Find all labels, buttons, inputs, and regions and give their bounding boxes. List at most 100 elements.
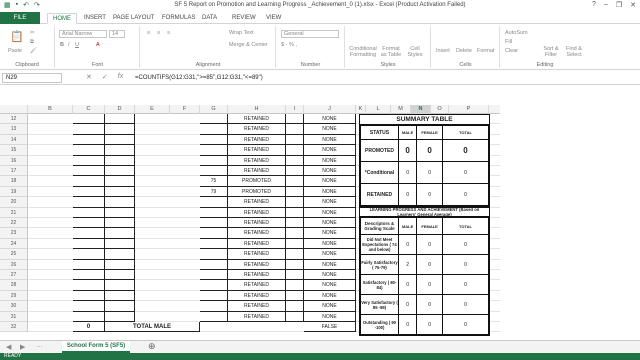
grid-cell-g[interactable] bbox=[200, 155, 228, 166]
column-header[interactable]: I bbox=[286, 105, 304, 114]
column-header[interactable]: H bbox=[228, 105, 286, 114]
grid-cell-h[interactable]: PROMOTED bbox=[228, 176, 286, 187]
summary-cell[interactable]: 0 bbox=[442, 139, 489, 162]
row-header[interactable]: 20 bbox=[0, 197, 28, 208]
grid-cell-j[interactable]: NONE bbox=[304, 270, 356, 281]
grid-cell[interactable] bbox=[105, 218, 135, 229]
row-header[interactable]: 13 bbox=[0, 124, 28, 135]
help-icon[interactable]: ? bbox=[592, 1, 596, 9]
grid-cell[interactable] bbox=[73, 259, 105, 270]
grid-cell-h[interactable]: RETAINED bbox=[228, 197, 286, 208]
delete-cells-button[interactable]: Delete bbox=[456, 48, 472, 54]
grid-cell-h[interactable]: RETAINED bbox=[228, 228, 286, 239]
column-header[interactable]: E bbox=[135, 105, 170, 114]
grid-cell-i[interactable] bbox=[286, 134, 304, 146]
grid-cell[interactable] bbox=[73, 145, 105, 156]
number-format-select[interactable]: General bbox=[281, 30, 339, 38]
column-header[interactable]: P bbox=[449, 105, 489, 114]
grid-cell[interactable] bbox=[105, 301, 135, 312]
conditional-formatting-button[interactable]: Conditional Formatting bbox=[349, 46, 377, 58]
grid-cell-h[interactable]: RETAINED bbox=[228, 311, 286, 322]
row-header[interactable]: 18 bbox=[0, 176, 28, 187]
row-header[interactable]: 19 bbox=[0, 186, 28, 198]
name-box[interactable]: N29 bbox=[2, 73, 62, 83]
grid-cell-g[interactable] bbox=[200, 280, 228, 291]
lp-cell[interactable]: 2 bbox=[397, 254, 418, 275]
format-cells-button[interactable]: Format bbox=[477, 48, 494, 54]
grid-cell-h[interactable]: RETAINED bbox=[228, 134, 286, 146]
lp-cell[interactable]: 0 bbox=[442, 294, 489, 315]
grid-cell[interactable] bbox=[105, 155, 135, 166]
row-header[interactable]: 28 bbox=[0, 280, 28, 291]
grid-cell[interactable] bbox=[73, 207, 105, 218]
grid-cell-j[interactable]: FALSE bbox=[304, 322, 356, 333]
grid-cell-i[interactable] bbox=[286, 166, 304, 177]
find-select-button[interactable]: Find & Select bbox=[563, 46, 585, 58]
format-painter-icon[interactable]: 🖌 bbox=[30, 48, 37, 54]
grid-cell[interactable] bbox=[73, 311, 105, 322]
grid-cell-i[interactable] bbox=[286, 207, 304, 218]
grid-cell[interactable] bbox=[105, 228, 135, 239]
grid-cell-j[interactable]: NONE bbox=[304, 249, 356, 260]
scroll-right-icon[interactable]: ▶ bbox=[20, 343, 25, 351]
column-header[interactable]: G bbox=[200, 105, 228, 114]
close-icon[interactable]: ✕ bbox=[630, 1, 636, 9]
grid-cell-g[interactable] bbox=[200, 259, 228, 270]
grid-cell[interactable] bbox=[105, 134, 135, 146]
grid-cell-h[interactable]: RETAINED bbox=[228, 207, 286, 218]
font-name-select[interactable]: Arial Narrow bbox=[59, 30, 107, 38]
lp-cell[interactable]: 0 bbox=[416, 294, 443, 315]
grid-cell[interactable] bbox=[105, 270, 135, 281]
restore-icon[interactable]: ❐ bbox=[616, 1, 622, 9]
row-header[interactable]: 17 bbox=[0, 166, 28, 177]
grid-cell-j[interactable]: NONE bbox=[304, 186, 356, 198]
lp-cell[interactable]: 0 bbox=[397, 314, 418, 335]
merge-center-button[interactable]: Merge & Center bbox=[229, 42, 268, 48]
summary-cell[interactable]: 0 bbox=[416, 183, 443, 206]
grid-cell-h[interactable]: RETAINED bbox=[228, 155, 286, 166]
grid-cell-g[interactable]: 75 bbox=[200, 176, 228, 187]
grid-cell-j[interactable]: NONE bbox=[304, 134, 356, 146]
grid-cell-i[interactable] bbox=[286, 290, 304, 302]
grid-cell-g[interactable] bbox=[200, 301, 228, 312]
grid-cell-g[interactable] bbox=[200, 249, 228, 260]
italic-button[interactable]: I bbox=[68, 42, 70, 48]
sort-filter-button[interactable]: Sort & Filter bbox=[541, 46, 561, 58]
grid-cell[interactable] bbox=[73, 290, 105, 302]
column-header[interactable]: J bbox=[304, 105, 356, 114]
select-all-corner[interactable] bbox=[0, 105, 28, 114]
grid-cell-h[interactable]: RETAINED bbox=[228, 166, 286, 177]
grid-cell-g[interactable] bbox=[200, 207, 228, 218]
grid-cell-g[interactable]: 79 bbox=[200, 186, 228, 198]
row-header[interactable]: 31 bbox=[0, 311, 28, 322]
grid-cell-j[interactable]: NONE bbox=[304, 114, 356, 125]
grid-cell[interactable] bbox=[105, 145, 135, 156]
grid-cell-j[interactable]: NONE bbox=[304, 197, 356, 208]
grid-cell[interactable] bbox=[73, 134, 105, 146]
grid-cell[interactable] bbox=[105, 207, 135, 218]
underline-button[interactable]: U bbox=[75, 42, 79, 48]
grid-cell[interactable] bbox=[73, 197, 105, 208]
grid-cell-g[interactable] bbox=[200, 114, 228, 125]
lp-cell[interactable]: 0 bbox=[442, 314, 489, 335]
format-as-table-button[interactable]: Format as Table bbox=[380, 46, 402, 58]
more-sheets-icon[interactable]: … bbox=[36, 342, 43, 349]
paste-icon[interactable]: 📋 bbox=[10, 30, 24, 43]
paste-button[interactable]: Paste bbox=[8, 48, 22, 54]
grid-cell-j[interactable]: NONE bbox=[304, 290, 356, 302]
tab-home[interactable]: HOME bbox=[47, 13, 77, 24]
grid-cell[interactable] bbox=[73, 114, 105, 125]
summary-cell[interactable]: 0 bbox=[397, 183, 418, 206]
summary-cell[interactable]: 0 bbox=[442, 183, 489, 206]
add-sheet-icon[interactable]: ⊕ bbox=[148, 341, 156, 352]
grid-cell-j[interactable]: NONE bbox=[304, 124, 356, 135]
align-top-icon[interactable]: ≡ bbox=[147, 30, 150, 36]
grid-cell[interactable] bbox=[73, 301, 105, 312]
grid-cell-g[interactable] bbox=[200, 311, 228, 322]
autosum-button[interactable]: AutoSum bbox=[505, 30, 528, 36]
row-header[interactable]: 21 bbox=[0, 207, 28, 218]
copy-icon[interactable]: ⧉ bbox=[30, 39, 34, 46]
column-header[interactable]: F bbox=[170, 105, 200, 114]
grid-cell-j[interactable]: NONE bbox=[304, 311, 356, 322]
grid-cell[interactable] bbox=[105, 249, 135, 260]
